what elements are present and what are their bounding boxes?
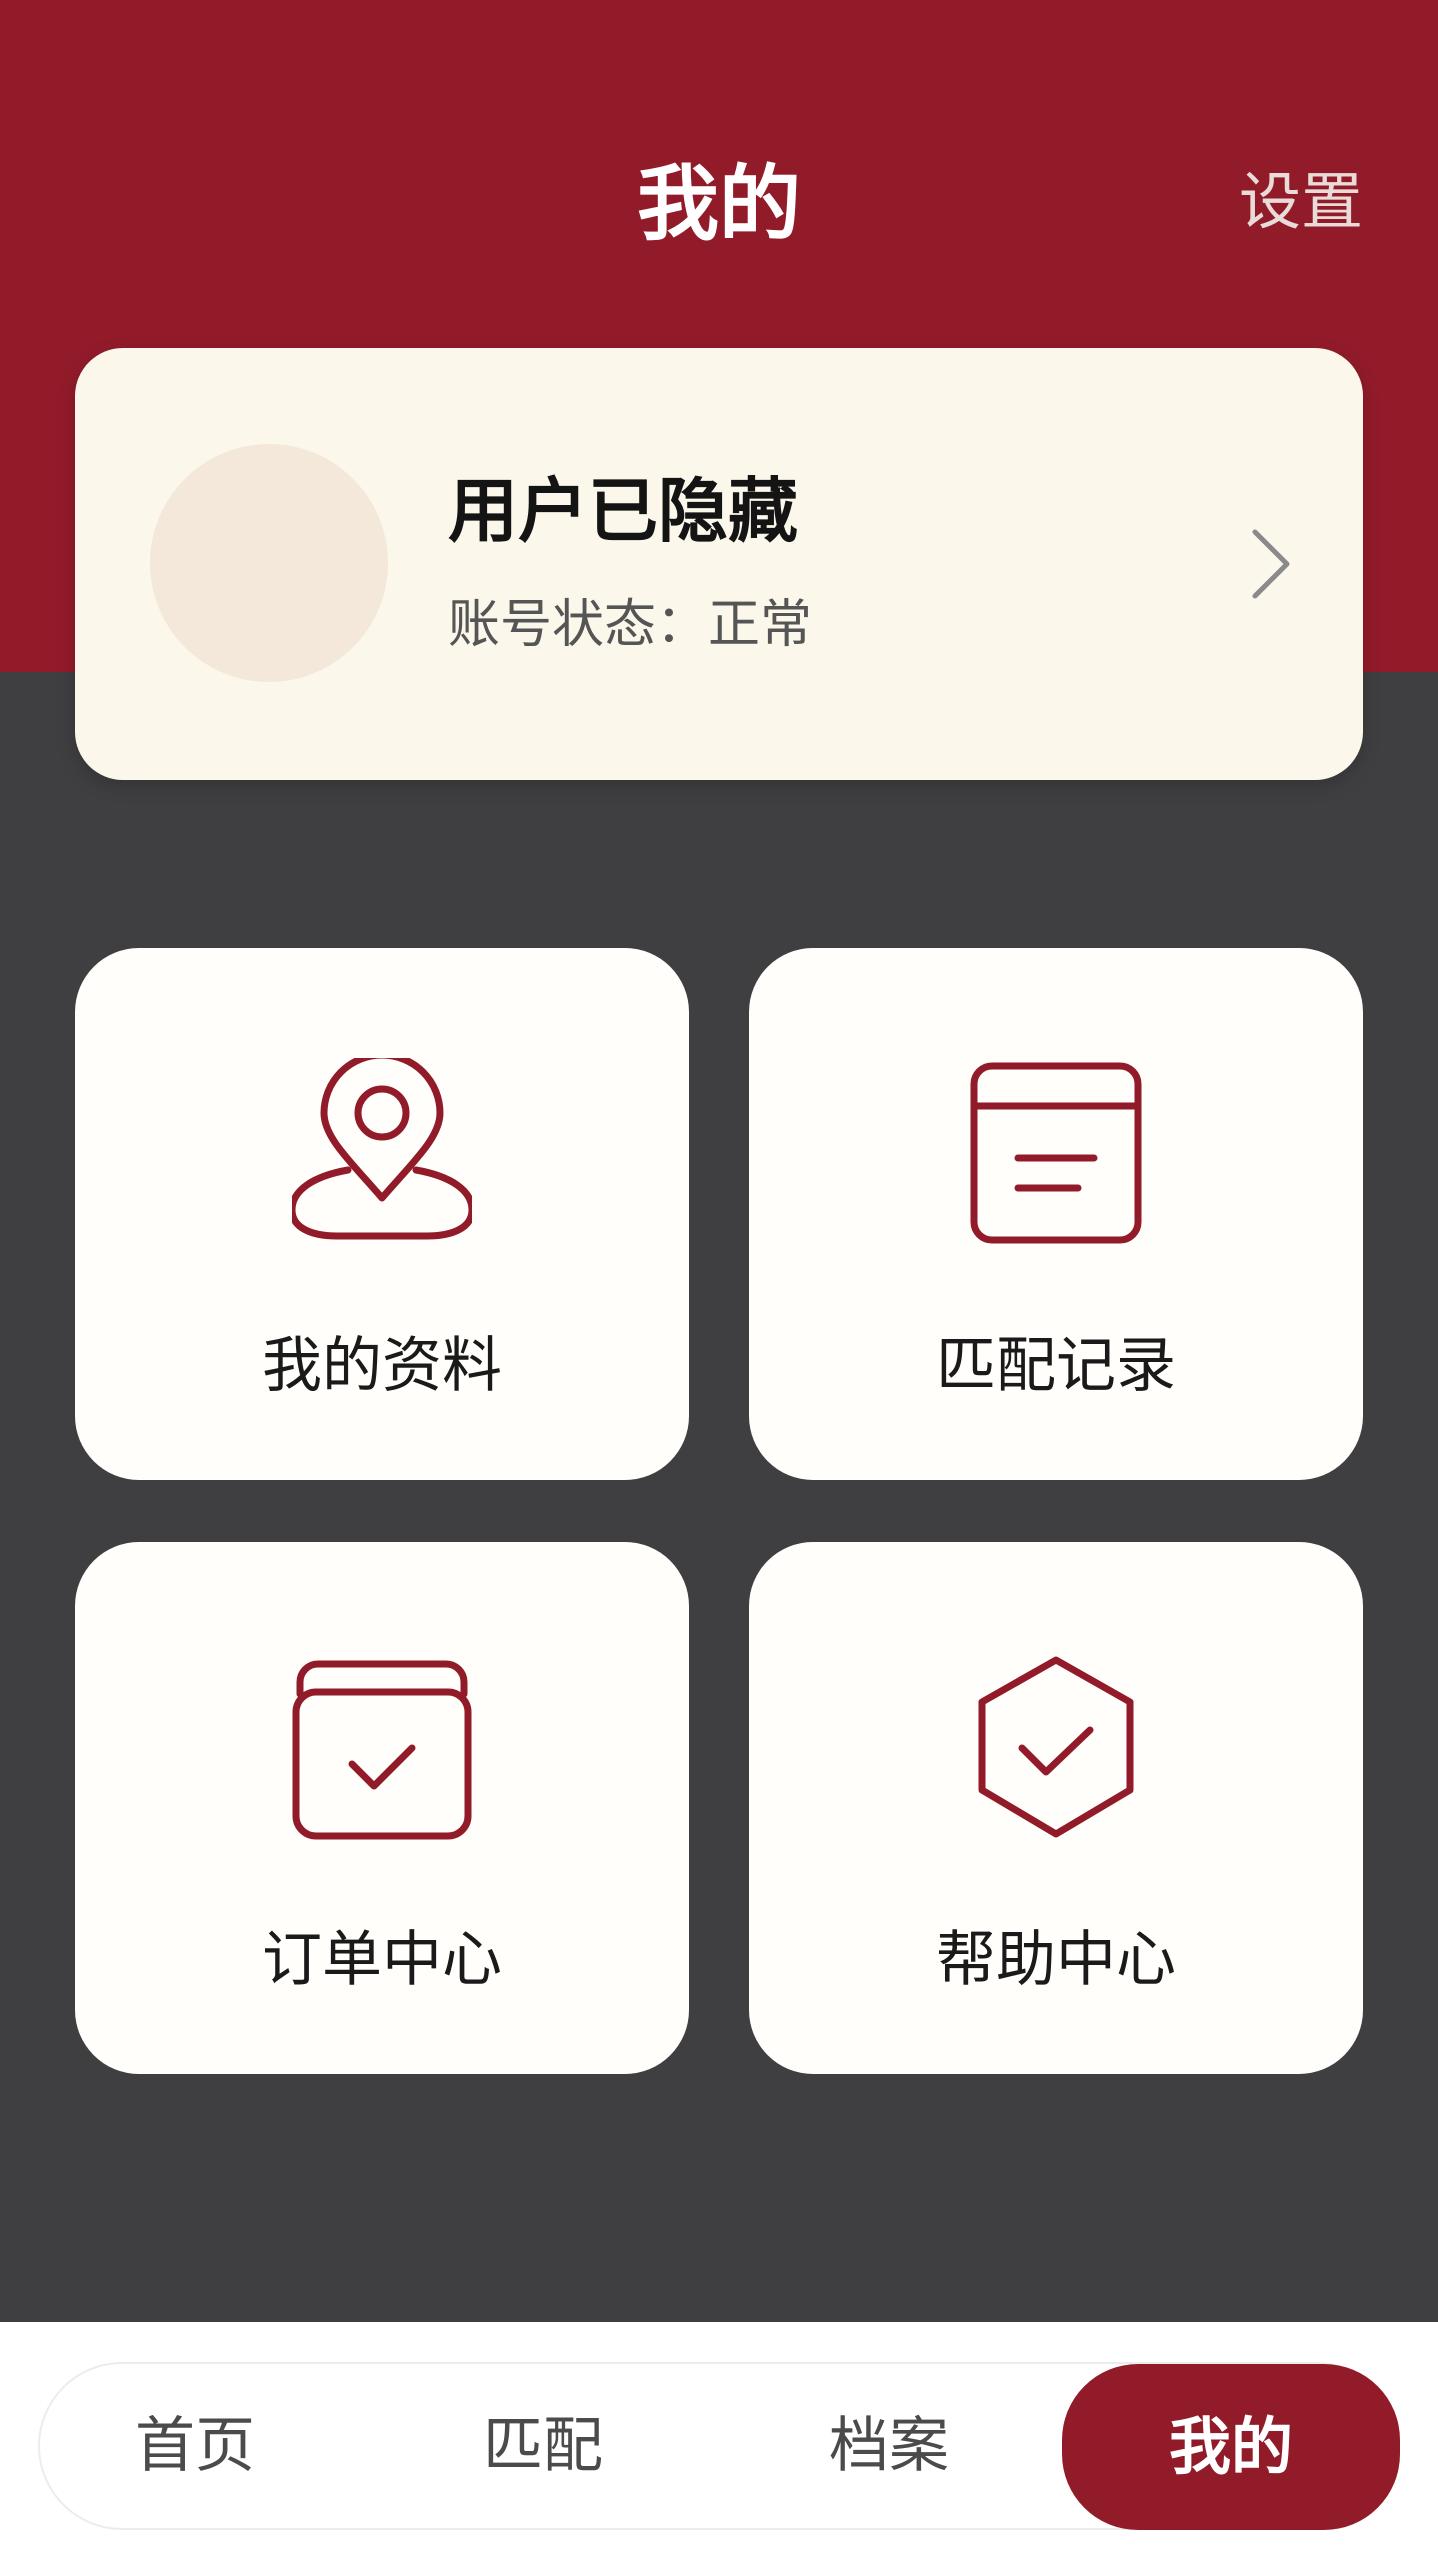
profile-card[interactable]: 用户已隐藏 账号状态：正常 (75, 348, 1363, 780)
tab-home[interactable]: 首页 (60, 2362, 330, 2530)
page-title: 我的 (636, 157, 801, 252)
avatar (150, 444, 388, 682)
tile-label: 匹配记录 (936, 1331, 1176, 1401)
tile-label: 订单中心 (262, 1925, 502, 1995)
settings-link[interactable]: 设置 (1239, 162, 1363, 242)
tile-label: 帮助中心 (936, 1925, 1176, 1995)
order-check-icon (292, 1660, 472, 1840)
location-pin-icon (292, 1058, 472, 1240)
tab-mine[interactable]: 我的 (1062, 2364, 1400, 2530)
tab-archive[interactable]: 档案 (754, 2362, 1024, 2530)
user-name: 用户已隐藏 (448, 470, 798, 552)
record-list-icon (970, 1062, 1142, 1244)
tile-label: 我的资料 (262, 1331, 502, 1401)
help-center-tile[interactable]: 帮助中心 (749, 1542, 1363, 2074)
order-center-tile[interactable]: 订单中心 (75, 1542, 689, 2074)
match-records-tile[interactable]: 匹配记录 (749, 948, 1363, 1480)
chevron-right-icon (1252, 529, 1290, 599)
shield-check-icon (978, 1656, 1134, 1838)
tab-match[interactable]: 匹配 (408, 2362, 678, 2530)
account-status: 账号状态：正常 (448, 595, 813, 655)
my-profile-tile[interactable]: 我的资料 (75, 948, 689, 1480)
